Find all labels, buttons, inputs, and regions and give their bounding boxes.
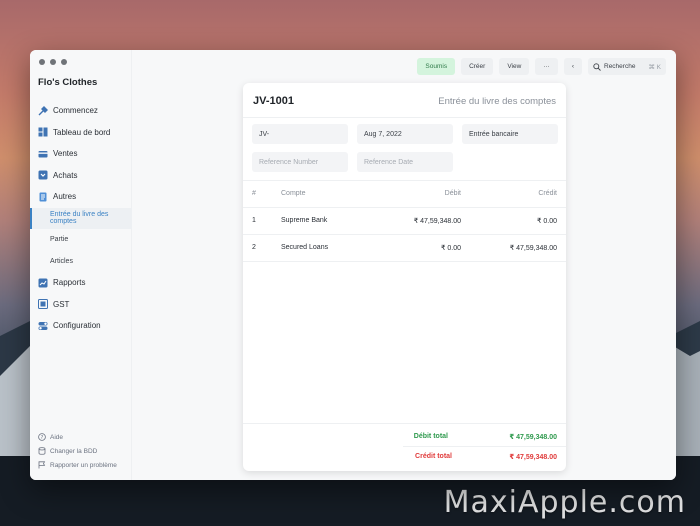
header-num: #: [252, 190, 256, 197]
sidebar-item-label: Tableau de bord: [53, 127, 111, 137]
sidebar-subitem-journal-entry[interactable]: Entrée du livre des comptes: [30, 207, 132, 229]
create-button[interactable]: Créer: [461, 58, 494, 75]
credit-total-label: Crédit total: [415, 453, 452, 460]
sidebar-item-tableau-de-bord[interactable]: Tableau de bord: [30, 122, 132, 144]
sidebar-subitem-label: Partie: [50, 236, 69, 244]
window-controls: [39, 59, 67, 65]
sidebar-item-autres[interactable]: Autres: [30, 186, 132, 208]
document-icon: [39, 192, 47, 202]
row-num: 2: [252, 244, 256, 251]
journal-entry-form: JV-1001 Entrée du livre des comptes JV- …: [243, 83, 566, 471]
sidebar-item-label: GST: [53, 299, 70, 309]
entry-type-field[interactable]: Entrée bancaire: [462, 124, 558, 144]
sidebar-item-label: Achats: [53, 170, 78, 180]
search-button[interactable]: Recherche ⌘ K: [588, 58, 666, 75]
divider: [243, 423, 566, 424]
watermark: MaxiApple.com: [443, 485, 686, 520]
footer-label: Rapporter un problème: [50, 461, 117, 469]
help-icon: ?: [38, 433, 46, 441]
app-window: Flo's Clothes Commencez Tableau de bord …: [30, 50, 676, 480]
search-label: Recherche: [604, 63, 636, 70]
sidebar-subitem-label: Entrée du livre des comptes: [50, 211, 109, 226]
divider: [403, 446, 566, 447]
sidebar-item-rapports[interactable]: Rapports: [30, 272, 132, 294]
card-icon: [38, 150, 48, 158]
sidebar-item-label: Commencez: [53, 106, 98, 116]
help-link[interactable]: ? Aide: [38, 430, 117, 444]
debit-total-value: ₹ 47,59,348.00: [509, 434, 557, 441]
maximize-window-button[interactable]: [61, 59, 67, 65]
sidebar-item-configuration[interactable]: Configuration: [30, 315, 132, 337]
flag-icon: [38, 461, 46, 469]
svg-text:?: ?: [41, 435, 44, 441]
row-credit: ₹ 47,59,348.00: [509, 245, 557, 252]
company-name: Flo's Clothes: [38, 77, 98, 88]
toggle-icon: [38, 321, 48, 330]
sidebar-subitem-partie[interactable]: Partie: [30, 229, 132, 251]
divider: [243, 261, 566, 262]
table-header: # Compte Débit Crédit: [243, 181, 566, 207]
table-row[interactable]: 2 Secured Loans ₹ 0.00 ₹ 47,59,348.00: [243, 235, 566, 261]
sidebar-footer: ? Aide Changer la BDD Rapporter un probl…: [38, 430, 117, 472]
back-button[interactable]: ‹: [563, 58, 582, 75]
number-series-field[interactable]: JV-: [252, 124, 348, 144]
document-type: Entrée du livre des comptes: [438, 96, 556, 107]
sidebar-item-ventes[interactable]: Ventes: [30, 143, 132, 165]
header-account: Compte: [281, 190, 306, 197]
sidebar-item-label: Autres: [53, 192, 77, 202]
main-area: Soumis Créer View ··· ‹ Recherche ⌘ K JV…: [132, 50, 676, 480]
document-title: JV-1001: [253, 95, 294, 107]
search-icon: [593, 62, 601, 71]
sidebar-item-gst[interactable]: GST: [30, 294, 132, 316]
sidebar-item-label: Ventes: [53, 149, 78, 159]
sidebar-subitem-articles[interactable]: Articles: [30, 251, 132, 273]
sidebar-item-commencez[interactable]: Commencez: [30, 100, 132, 122]
sidebar-subitem-label: Articles: [50, 257, 73, 265]
sidebar-item-achats[interactable]: Achats: [30, 165, 132, 187]
toolbar: Soumis Créer View ··· ‹ Recherche ⌘ K: [417, 58, 666, 75]
view-button[interactable]: View: [499, 58, 530, 75]
chart-icon: [38, 278, 48, 288]
sidebar: Flo's Clothes Commencez Tableau de bord …: [30, 50, 132, 480]
debit-total-label: Débit total: [413, 433, 448, 440]
header-credit: Crédit: [538, 190, 557, 197]
divider: [243, 117, 566, 118]
close-window-button[interactable]: [39, 59, 45, 65]
row-account: Supreme Bank: [281, 217, 328, 224]
date-field[interactable]: Aug 7, 2022: [357, 124, 453, 144]
footer-label: Changer la BDD: [50, 447, 98, 455]
reference-date-field[interactable]: Reference Date: [357, 152, 453, 172]
sidebar-item-label: Rapports: [53, 278, 86, 288]
row-num: 1: [252, 217, 256, 224]
sidebar-item-label: Configuration: [53, 321, 101, 331]
inbox-icon: [38, 170, 48, 180]
reference-number-field[interactable]: Reference Number: [252, 152, 348, 172]
report-issue-link[interactable]: Rapporter un problème: [38, 458, 117, 472]
more-options-button[interactable]: ···: [535, 58, 558, 75]
row-debit: ₹ 0.00: [440, 245, 461, 252]
tools-icon: [38, 105, 48, 116]
chevron-left-icon: ‹: [571, 63, 574, 70]
gst-icon: [38, 299, 48, 310]
row-credit: ₹ 0.00: [536, 218, 557, 225]
search-shortcut: ⌘ K: [648, 63, 661, 71]
row-account: Secured Loans: [281, 244, 329, 251]
database-icon: [38, 447, 46, 455]
table-row[interactable]: 1 Supreme Bank ₹ 47,59,348.00 ₹ 0.00: [243, 208, 566, 234]
sidebar-nav: Commencez Tableau de bord Ventes Achats …: [30, 100, 132, 337]
header-debit: Débit: [444, 190, 461, 197]
credit-total-value: ₹ 47,59,348.00: [509, 454, 557, 461]
change-db-link[interactable]: Changer la BDD: [38, 444, 117, 458]
dashboard-icon: [38, 127, 48, 137]
minimize-window-button[interactable]: [50, 59, 56, 65]
footer-label: Aide: [50, 433, 64, 441]
row-debit: ₹ 47,59,348.00: [413, 218, 461, 225]
status-badge: Soumis: [417, 58, 456, 75]
